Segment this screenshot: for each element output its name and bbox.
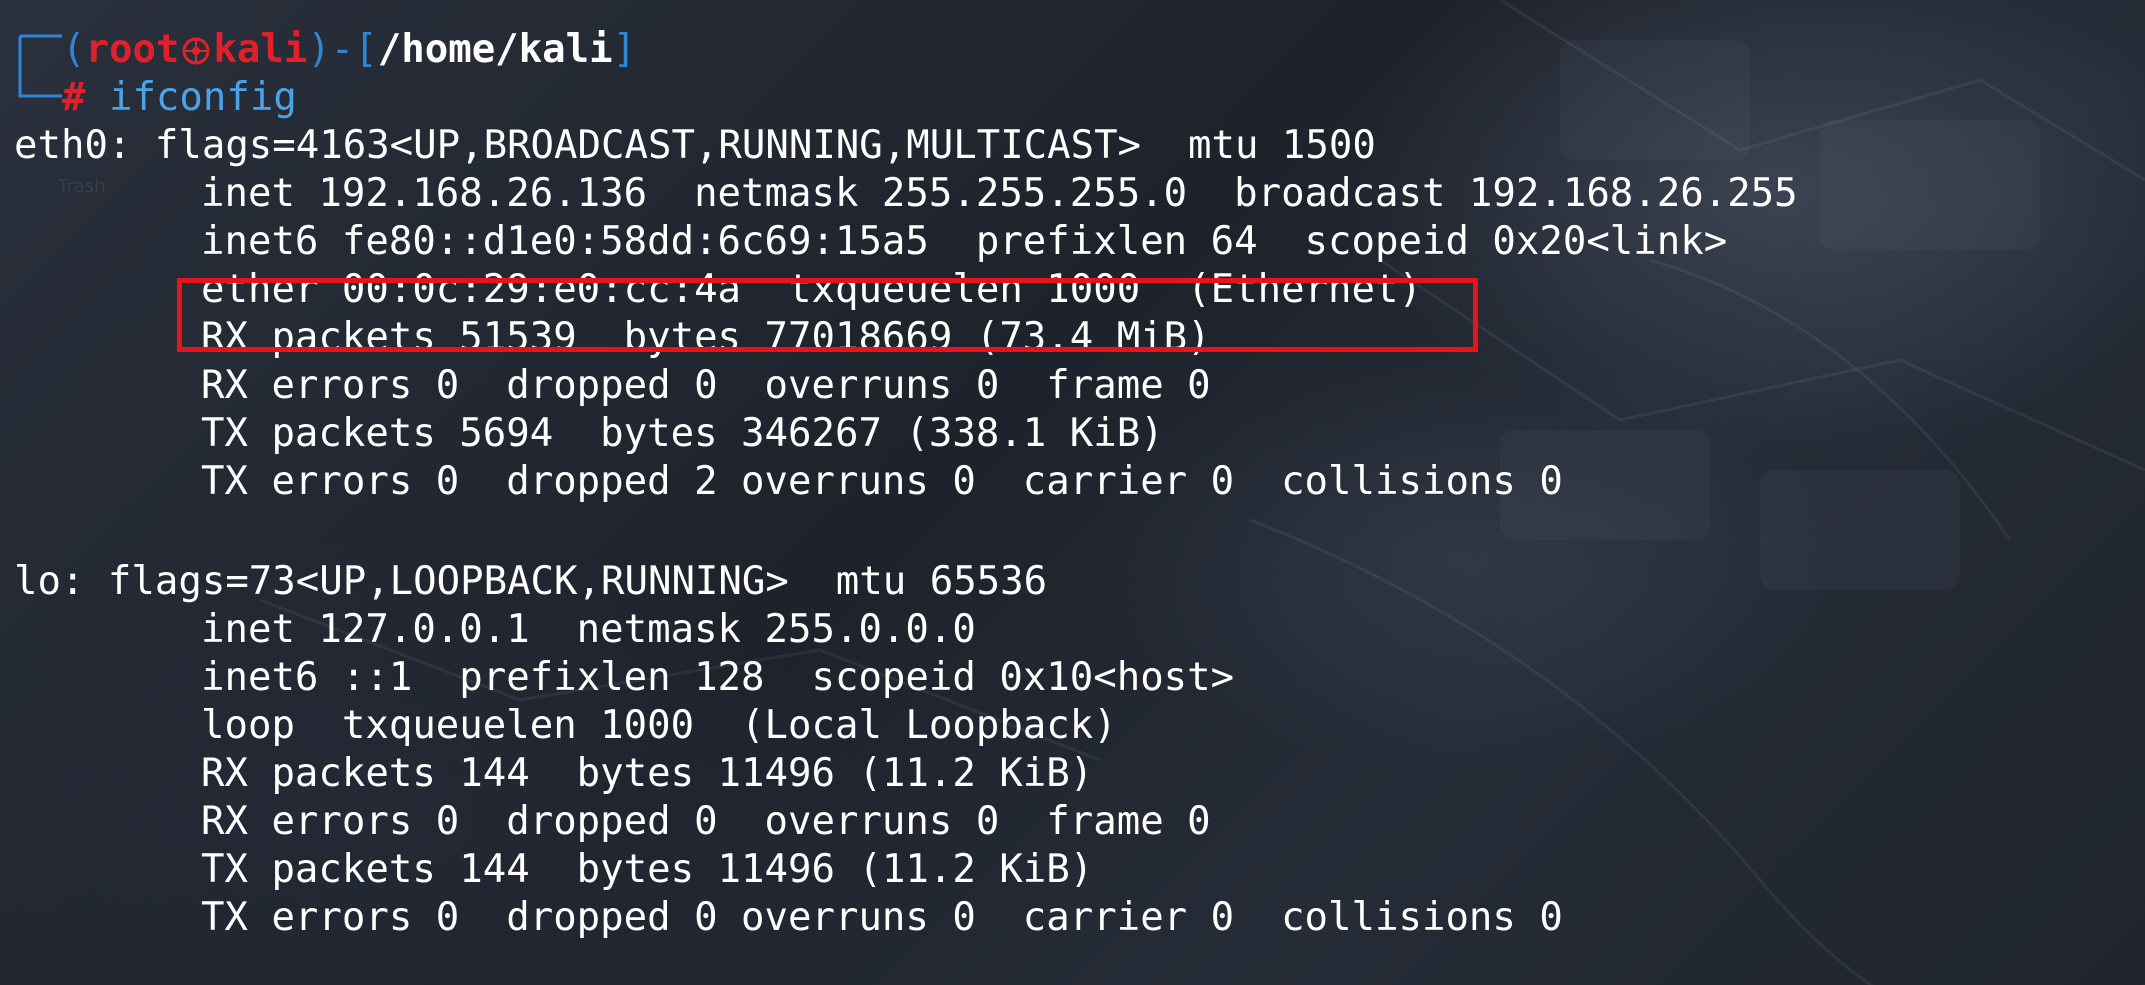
command-line[interactable]: # ifconfig: [62, 74, 297, 122]
lo-rx-errors: RX errors 0 dropped 0 overruns 0 frame 0: [201, 799, 1211, 844]
command-text: ifconfig: [108, 75, 297, 120]
eth0-header: eth0: flags=4163<UP,BROADCAST,RUNNING,MU…: [14, 123, 1376, 168]
eth0-inet6: inet6 fe80::d1e0:58dd:6c69:15a5 prefixle…: [201, 219, 1728, 264]
lo-rx-packets: RX packets 144 bytes 11496 (11.2 KiB): [201, 751, 1094, 796]
prompt-host: kali: [213, 27, 308, 72]
skull-at-icon: [182, 37, 210, 65]
prompt-symbol: #: [62, 75, 86, 120]
lo-inet: inet 127.0.0.1 netmask 255.0.0.0: [201, 607, 976, 652]
lo-inet6: inet6 ::1 prefixlen 128 scopeid 0x10<hos…: [201, 655, 1235, 700]
prompt-cwd: /home/kali: [377, 27, 613, 72]
lo-tx-errors: TX errors 0 dropped 0 overruns 0 carrier…: [201, 895, 1563, 940]
prompt-line: (root kali)-[/home/kali]: [62, 27, 637, 72]
terminal-window[interactable]: (root kali)-[/home/kali] # ifconfig eth0:…: [14, 24, 2124, 974]
lo-tx-packets: TX packets 144 bytes 11496 (11.2 KiB): [201, 847, 1094, 892]
mac-address-highlight-box: [177, 278, 1478, 352]
lo-loop: loop txqueuelen 1000 (Local Loopback): [201, 703, 1117, 748]
eth0-rx-errors: RX errors 0 dropped 0 overruns 0 frame 0: [201, 363, 1211, 408]
prompt-user: root: [85, 27, 180, 72]
eth0-tx-errors: TX errors 0 dropped 2 overruns 0 carrier…: [201, 459, 1563, 504]
lo-header: lo: flags=73<UP,LOOPBACK,RUNNING> mtu 65…: [14, 559, 1048, 604]
eth0-inet: inet 192.168.26.136 netmask 255.255.255.…: [201, 171, 1798, 216]
eth0-tx-packets: TX packets 5694 bytes 346267 (338.1 KiB): [201, 411, 1164, 456]
